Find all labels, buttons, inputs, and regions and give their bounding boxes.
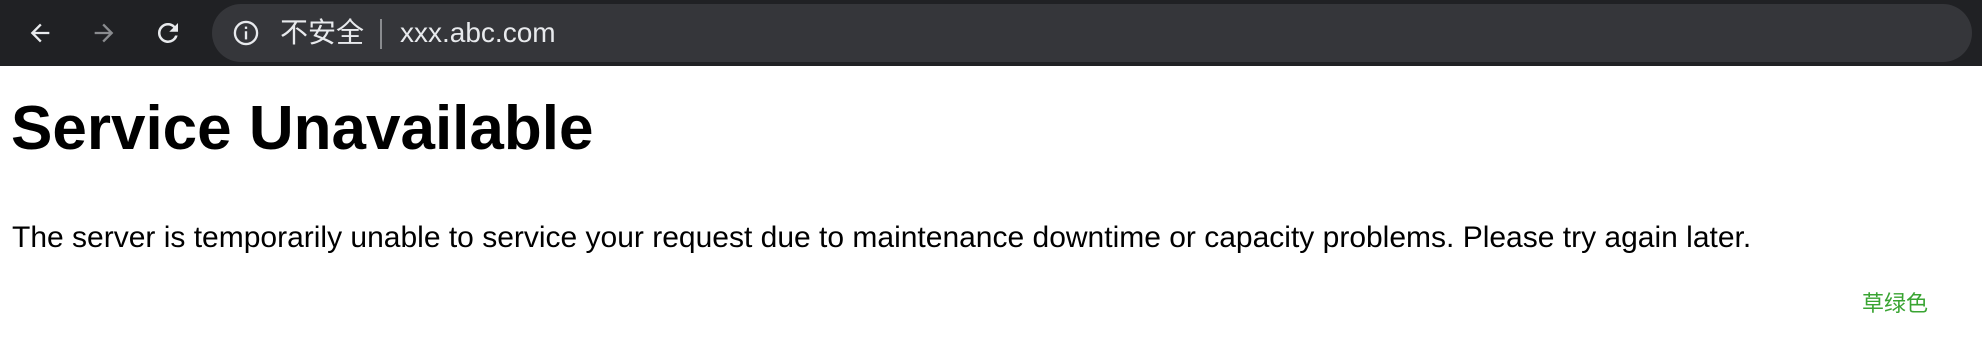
reload-icon: [157, 22, 178, 43]
address-bar-divider: [380, 19, 382, 49]
url-text[interactable]: xxx.abc.com: [400, 4, 556, 62]
error-message: The server is temporarily unable to serv…: [12, 221, 1752, 254]
arrow-right-icon: [94, 23, 114, 43]
watermark-text: 草绿色: [1862, 292, 1929, 317]
page-title: Service Unavailable: [11, 94, 594, 163]
address-bar[interactable]: 不安全 xxx.abc.com: [212, 4, 1972, 62]
reload-button[interactable]: [144, 9, 192, 57]
arrow-left-icon: [30, 23, 50, 43]
back-button[interactable]: [16, 9, 64, 57]
browser-toolbar: 不安全 xxx.abc.com: [0, 0, 1982, 66]
security-status-label[interactable]: 不安全: [280, 4, 364, 62]
forward-button[interactable]: [80, 9, 128, 57]
info-circle-icon[interactable]: [232, 19, 260, 47]
